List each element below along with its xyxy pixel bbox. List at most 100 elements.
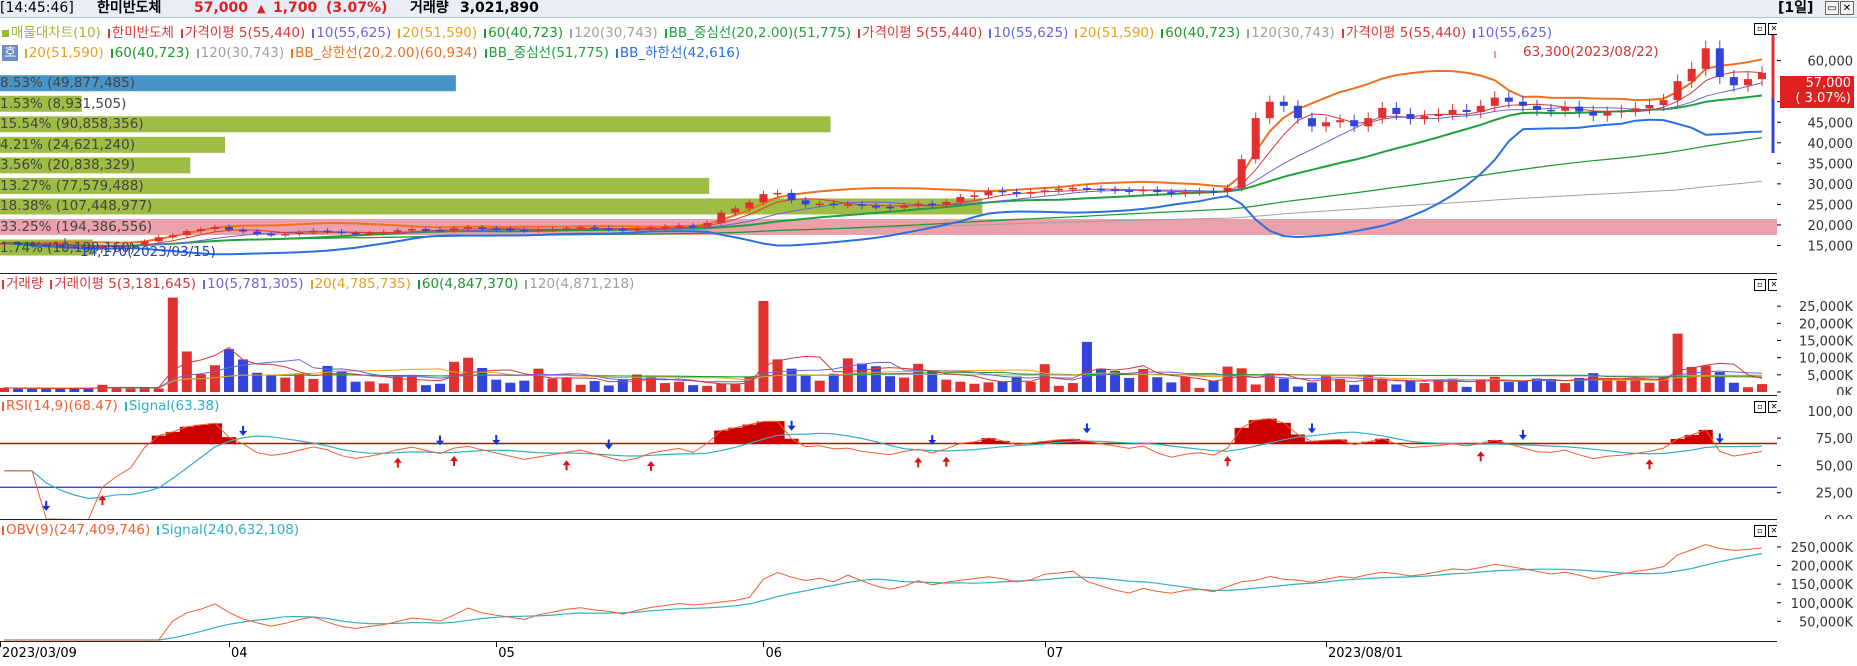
legend-item[interactable]: BB_중심선(51,775)	[484, 45, 609, 61]
candle-body	[253, 231, 262, 234]
close-icon[interactable]: ✕	[1840, 1, 1854, 15]
volume-bar	[1011, 376, 1022, 392]
maximize-icon[interactable]: ▫	[1754, 525, 1766, 537]
legend-item[interactable]: 120(30,743)	[1247, 25, 1335, 41]
legend-item[interactable]: 가격이평 5(55,440)	[1341, 25, 1466, 41]
legend-item[interactable]: BB_중심선(20,2.00)(51,775)	[664, 25, 851, 41]
obv-chart-canvas	[4, 543, 1763, 641]
candle-body	[1251, 118, 1260, 160]
candle-body	[984, 190, 993, 196]
close-icon[interactable]: ✕	[1768, 279, 1777, 291]
legend-item[interactable]: 60(40,723)	[1161, 25, 1240, 41]
buy-arrow-icon	[1476, 451, 1485, 462]
legend-item[interactable]: 20(51,590)	[398, 25, 477, 41]
close-icon[interactable]: ✕	[1768, 401, 1777, 413]
volume-profile-tag[interactable]: 호	[2, 45, 19, 61]
volume-bar	[575, 384, 586, 392]
volume-bar	[899, 377, 910, 392]
volume-bar	[603, 385, 614, 392]
volume-bar	[913, 363, 924, 392]
candle-body	[1448, 109, 1457, 115]
candle-body	[942, 201, 951, 206]
rsi-chart-pane[interactable]: RSI(14,9)(68.47) Signal(63.38) ▫ ✕	[0, 396, 1777, 520]
candle-body	[1364, 118, 1373, 127]
obv-chart-pane[interactable]: OBV(9)(247,409,746) Signal(240,632,108) ▫…	[0, 520, 1777, 642]
axis-tick-label: 20,000	[1808, 219, 1854, 234]
legend-item[interactable]: Signal(240,632,108)	[157, 522, 299, 538]
period-selector[interactable]: [1일]	[1778, 0, 1813, 17]
legend-marker-icon	[989, 28, 992, 38]
candle-body	[689, 225, 698, 228]
maximize-icon[interactable]: ▫	[1754, 23, 1766, 35]
obv-y-axis: 250,000K 200,000K 150,000K 100,000K 50,000K	[1777, 520, 1857, 641]
volume-bar	[491, 379, 502, 392]
legend-item[interactable]: 120(30,743)	[570, 25, 658, 41]
legend-item[interactable]: OBV(9)(247,409,746)	[2, 522, 150, 538]
legend-item[interactable]: 거래이평 5(3,181,645)	[50, 276, 196, 292]
volume-bar	[308, 378, 319, 392]
volume-bar	[13, 388, 24, 392]
legend-item[interactable]: 60(40,723)	[484, 25, 563, 41]
legend-item[interactable]: 120(30,743)	[196, 45, 284, 61]
legend-item[interactable]: Signal(63.38)	[124, 398, 219, 414]
legend-item[interactable]: 20(51,590)	[1075, 25, 1154, 41]
legend-marker-icon	[615, 48, 618, 58]
legend-item[interactable]: 10(55,625)	[312, 25, 391, 41]
legend-label: 120(30,743)	[574, 25, 658, 41]
volume-bar	[1250, 384, 1261, 392]
legend-item[interactable]: RSI(14,9)(68.47)	[2, 398, 118, 414]
volume-bar	[181, 351, 192, 392]
axis-tick-label: 75,00	[1816, 432, 1853, 447]
close-icon[interactable]: ✕	[1768, 525, 1777, 537]
volume-bar	[224, 349, 235, 392]
legend-item[interactable]: 120(4,871,218)	[525, 276, 634, 292]
legend-item[interactable]: BB_하한선(42,616)	[615, 45, 740, 61]
close-icon[interactable]: ✕	[1768, 23, 1777, 35]
current-price: 57,000	[194, 0, 249, 16]
sell-arrow-icon	[239, 425, 248, 436]
buy-arrow-icon	[914, 457, 923, 468]
volume-chart-pane[interactable]: 거래량 거래이평 5(3,181,645) 10(5,781,305) 20(4,78…	[0, 274, 1777, 396]
legend-item[interactable]: 한미반도체	[107, 25, 174, 41]
volume-bar	[786, 368, 797, 392]
legend-item[interactable]: 10(5,781,305)	[203, 276, 304, 292]
maximize-icon[interactable]: ▫	[1754, 279, 1766, 291]
candle-body	[871, 206, 880, 208]
volume-bar	[153, 388, 164, 392]
candle-body	[1575, 106, 1584, 112]
legend-marker-icon	[312, 28, 315, 38]
price-pane-buttons: ▫ ✕	[1752, 20, 1777, 35]
legend-item[interactable]: 20(4,785,735)	[310, 276, 411, 292]
legend-item[interactable]: BB_상한선(20,2.00)(60,934)	[291, 45, 478, 61]
candle-body	[1617, 110, 1626, 113]
price-chart-pane[interactable]: 매물대차트(10) 한미반도체 가격이평 5(55,440) 10(55,625) 20…	[0, 18, 1777, 274]
volume-bar	[1349, 384, 1360, 392]
legend-item[interactable]: 가격이평 5(55,440)	[180, 25, 305, 41]
legend-item[interactable]: 10(55,625)	[1473, 25, 1552, 41]
volume-bar	[716, 383, 727, 392]
legend-item[interactable]: 가격이평 5(55,440)	[858, 25, 982, 41]
volume-bar	[125, 388, 136, 392]
restore-icon[interactable]: ▭	[1825, 1, 1839, 15]
legend-item[interactable]: 60(4,847,370)	[417, 276, 518, 292]
legend-item[interactable]: 20(51,590)	[24, 45, 104, 61]
candle-body	[857, 204, 866, 207]
volume-bar	[209, 365, 220, 392]
axis-tick-label: 50,000K	[1799, 615, 1853, 630]
volume-bar	[1194, 387, 1205, 392]
candle-body	[632, 229, 641, 231]
legend-item[interactable]: 거래량	[2, 276, 43, 292]
x-axis-tick	[0, 641, 1, 647]
legend-item[interactable]: 60(40,723)	[110, 45, 190, 61]
stock-name[interactable]: 한미반도체	[97, 0, 161, 17]
maximize-icon[interactable]: ▫	[1754, 401, 1766, 413]
legend-label: 10(55,625)	[993, 25, 1069, 41]
candle-body	[661, 226, 670, 229]
candle-body	[1659, 100, 1668, 105]
legend-item[interactable]: 매물대차트(10)	[2, 25, 101, 41]
legend-label: 한미반도체	[111, 25, 174, 41]
legend-marker-icon	[24, 48, 27, 58]
high-annotation: 63,300(2023/08/22)	[1523, 44, 1659, 60]
legend-item[interactable]: 10(55,625)	[989, 25, 1068, 41]
volume-bar	[27, 388, 38, 392]
